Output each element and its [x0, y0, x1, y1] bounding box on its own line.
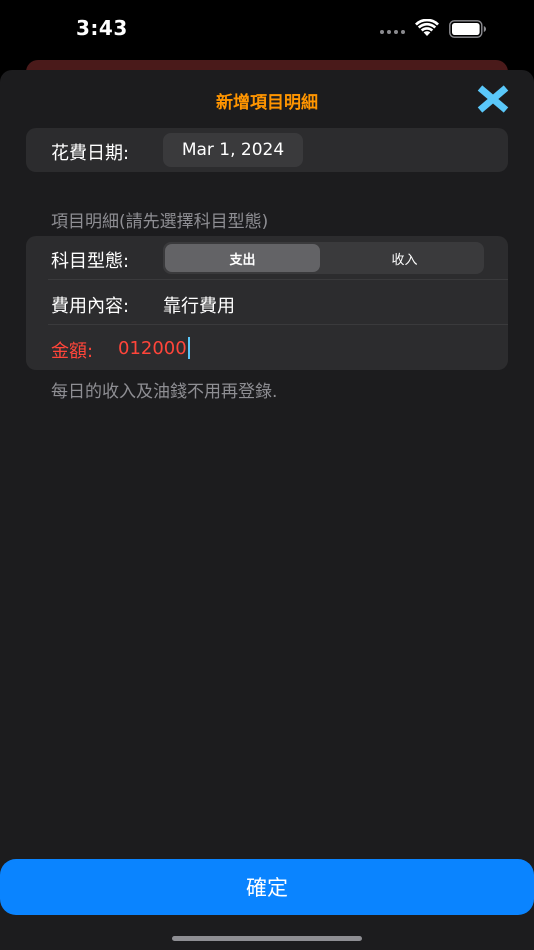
date-label: 花費日期:	[51, 143, 130, 164]
footer-note: 每日的收入及油錢不用再登錄.	[51, 382, 278, 402]
modal-sheet	[0, 70, 534, 950]
status-bar: 3:43	[0, 0, 534, 60]
signal-icon	[380, 30, 405, 34]
status-time: 3:43	[76, 16, 128, 40]
type-label: 科目型態:	[51, 251, 130, 272]
close-icon[interactable]	[476, 84, 510, 114]
type-segmented-control[interactable]: 支出 收入	[163, 242, 484, 274]
sheet-title: 新增項目明細	[216, 93, 318, 113]
divider	[48, 279, 508, 280]
segment-expense[interactable]: 支出	[165, 244, 320, 272]
divider	[48, 324, 508, 325]
content-row[interactable]: 費用內容: 靠行費用	[26, 281, 508, 325]
date-picker-button[interactable]: Mar 1, 2024	[163, 133, 303, 167]
section-header: 項目明細(請先選擇科目型態)	[51, 212, 269, 232]
confirm-button[interactable]: 確定	[0, 859, 534, 915]
segment-income[interactable]: 收入	[327, 244, 482, 272]
amount-value[interactable]: 012000	[118, 338, 187, 359]
text-cursor	[187, 337, 190, 359]
type-row: 科目型態: 支出 收入	[26, 236, 508, 280]
amount-row[interactable]: 金額: 012000	[26, 326, 508, 370]
battery-icon	[449, 20, 486, 38]
detail-form: 科目型態: 支出 收入 費用內容: 靠行費用 金額: 012000	[26, 236, 508, 370]
content-value[interactable]: 靠行費用	[163, 292, 235, 318]
amount-label: 金額:	[51, 341, 94, 362]
wifi-icon	[415, 19, 439, 36]
content-label: 費用內容:	[51, 296, 130, 317]
date-row: 花費日期: Mar 1, 2024	[26, 128, 508, 172]
home-indicator	[172, 936, 362, 941]
amount-input[interactable]: 012000	[118, 337, 190, 359]
